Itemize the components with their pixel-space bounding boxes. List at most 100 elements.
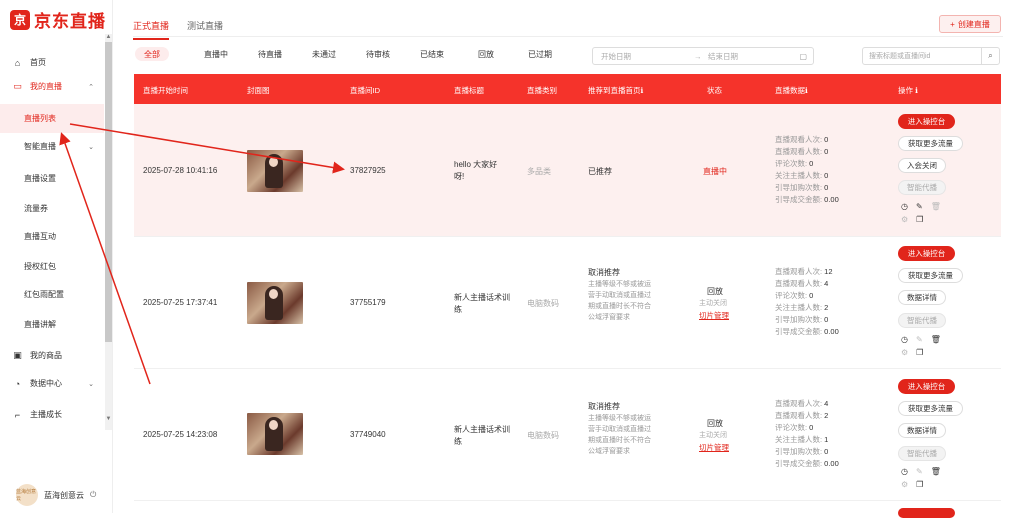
sidebar-item-live-list[interactable]: 直播列表: [0, 104, 104, 133]
smart-broadcast-button[interactable]: 智能代播: [898, 180, 946, 195]
enter-console-button[interactable]: 进入操控台: [898, 379, 955, 394]
clock-icon[interactable]: ◷: [901, 202, 908, 211]
filter-live[interactable]: 直播中: [189, 47, 243, 61]
create-live-button[interactable]: + 创建直播: [939, 15, 1001, 33]
col-actions: 操作 ℹ: [898, 85, 918, 96]
edit-icon[interactable]: ✎: [916, 202, 923, 211]
enter-console-button[interactable]: 进入操控台: [898, 246, 955, 261]
goods-icon: ▣: [13, 350, 22, 360]
col-title: 直播标题: [454, 86, 484, 95]
room-id: 37755179: [350, 298, 386, 307]
trash-icon[interactable]: 🗑: [931, 467, 941, 476]
copy-icon[interactable]: ❐: [916, 480, 923, 489]
logout-icon[interactable]: ⏻: [90, 490, 96, 500]
live-title: 新人主播话术训练: [454, 425, 510, 446]
clock-icon[interactable]: ◷: [901, 467, 908, 476]
clip-manage-link[interactable]: 切片管理: [699, 442, 729, 453]
user-name: 蓝海创意云: [44, 490, 84, 500]
settings-icon[interactable]: ⚙: [901, 348, 908, 357]
col-live-data: 直播数据ℹ: [775, 85, 808, 96]
search-input[interactable]: 搜索标题或直播间id ⌕: [862, 47, 1000, 65]
scroll-up-icon[interactable]: ▲: [105, 34, 112, 40]
settings-icon[interactable]: ⚙: [901, 215, 908, 224]
scroll-down-icon[interactable]: ▼: [105, 416, 112, 422]
col-category: 直播类别: [527, 86, 557, 95]
plus-icon: +: [950, 19, 955, 29]
col-status: 状态: [707, 86, 722, 95]
row-action-icons: ◷ ✎ 🗑: [901, 467, 941, 476]
filter-all[interactable]: 全部: [135, 47, 169, 61]
filter-expired[interactable]: 已过期: [513, 47, 567, 61]
info-icon[interactable]: ℹ: [641, 86, 644, 95]
sidebar-item-auth-redpacket[interactable]: 授权红包: [0, 252, 104, 281]
trash-icon[interactable]: 🗑: [931, 202, 941, 211]
room-id: 37827925: [350, 166, 386, 175]
filter-pending[interactable]: 待直播: [243, 47, 297, 61]
get-traffic-button[interactable]: 获取更多流量: [898, 136, 963, 151]
filter-rejected[interactable]: 未通过: [297, 47, 351, 61]
sidebar-item-live-explain[interactable]: 直播讲解: [0, 310, 104, 339]
row-action-icons-2: ⚙ ❐: [901, 215, 923, 224]
sidebar-item-my-live[interactable]: ▭ 我的直播 ⌃: [0, 72, 104, 101]
filter-replay[interactable]: 回放: [459, 47, 513, 61]
start-date-input[interactable]: 开始日期: [601, 51, 631, 62]
status-sub: 主动关闭: [699, 300, 727, 307]
calendar-icon[interactable]: ▢: [799, 52, 807, 61]
start-time: 2025-07-28 10:41:16: [143, 166, 218, 175]
start-time: 2025-07-25 14:23:08: [143, 430, 218, 439]
search-icon[interactable]: ⌕: [981, 48, 999, 64]
sidebar-item-redpacket-rain[interactable]: 红包雨配置: [0, 280, 104, 309]
sidebar-item-label: 智能直播: [24, 142, 56, 151]
trash-icon[interactable]: 🗑: [931, 335, 941, 344]
sidebar-item-live-interaction[interactable]: 直播互动: [0, 222, 104, 251]
clip-manage-link[interactable]: 切片管理: [699, 310, 729, 321]
settings-icon[interactable]: ⚙: [901, 480, 908, 489]
copy-icon[interactable]: ❐: [916, 215, 923, 224]
sidebar-scroll-thumb[interactable]: [105, 42, 112, 342]
status-badge: 回放: [707, 419, 723, 428]
tabs-divider: [133, 36, 1003, 37]
sidebar-item-growth[interactable]: ⌐ 主播成长: [0, 400, 104, 429]
get-traffic-button[interactable]: 获取更多流量: [898, 268, 963, 283]
edit-icon[interactable]: ✎: [916, 467, 923, 476]
end-date-input[interactable]: 结束日期: [708, 51, 738, 62]
search-placeholder: 搜索标题或直播间id: [869, 53, 931, 60]
copy-icon[interactable]: ❐: [916, 348, 923, 357]
sidebar-item-label: 直播讲解: [24, 320, 56, 329]
sidebar-item-smart-live[interactable]: 智能直播 ⌄: [0, 132, 104, 161]
info-icon[interactable]: ℹ: [915, 86, 918, 95]
get-traffic-button[interactable]: 获取更多流量: [898, 401, 963, 416]
close-entry-button[interactable]: 入会关闭: [898, 158, 946, 173]
clock-icon[interactable]: ◷: [901, 335, 908, 344]
live-stats: 直播观看人次: 4 直播观看人数: 2 评论次数: 0 关注主播人数: 1 引导…: [775, 399, 839, 468]
app-logo[interactable]: 京 京东直播: [10, 7, 106, 32]
recommend-desc: 主播等级不够或被运营手动取消或直播过期或直播时长不符合公域浮窗要求: [588, 415, 651, 455]
filter-ended[interactable]: 已结束: [405, 47, 459, 61]
date-range-picker[interactable]: 开始日期 → 结束日期 ▢: [592, 47, 814, 65]
smart-broadcast-button[interactable]: 智能代播: [898, 446, 946, 461]
cover-image[interactable]: [247, 150, 303, 192]
sidebar-item-live-settings[interactable]: 直播设置: [0, 164, 104, 193]
data-detail-button[interactable]: 数据详情: [898, 423, 946, 438]
sidebar-item-label: 我的商品: [30, 351, 62, 360]
sidebar-item-data-center[interactable]: ◔ 数据中心 ⌄: [0, 369, 104, 398]
info-icon[interactable]: ℹ: [805, 86, 808, 95]
sidebar-item-label: 红包雨配置: [24, 290, 64, 299]
live-stats: 直播观看人次: 12 直播观看人数: 4 评论次数: 0 关注主播人数: 2 引…: [775, 267, 839, 336]
edit-icon[interactable]: ✎: [916, 335, 923, 344]
live-category: 多品类: [527, 167, 551, 176]
data-detail-button[interactable]: 数据详情: [898, 290, 946, 305]
cover-image[interactable]: [247, 282, 303, 324]
cover-image[interactable]: [247, 413, 303, 455]
filter-reviewing[interactable]: 待审核: [351, 47, 405, 61]
chevron-down-icon: ⌄: [88, 380, 94, 388]
chevron-down-icon: ⌄: [88, 143, 94, 151]
enter-console-button[interactable]: 进入操控台: [898, 114, 955, 129]
sidebar-item-traffic-coupon[interactable]: 流量券: [0, 194, 104, 223]
sidebar-item-my-goods[interactable]: ▣ 我的商品: [0, 341, 104, 370]
smart-broadcast-button[interactable]: 智能代播: [898, 313, 946, 328]
enter-console-button-partial[interactable]: [898, 508, 955, 518]
sidebar-item-label: 直播设置: [24, 174, 56, 183]
avatar[interactable]: 蓝海创意云: [16, 484, 38, 506]
status-badge: 直播中: [703, 167, 727, 176]
